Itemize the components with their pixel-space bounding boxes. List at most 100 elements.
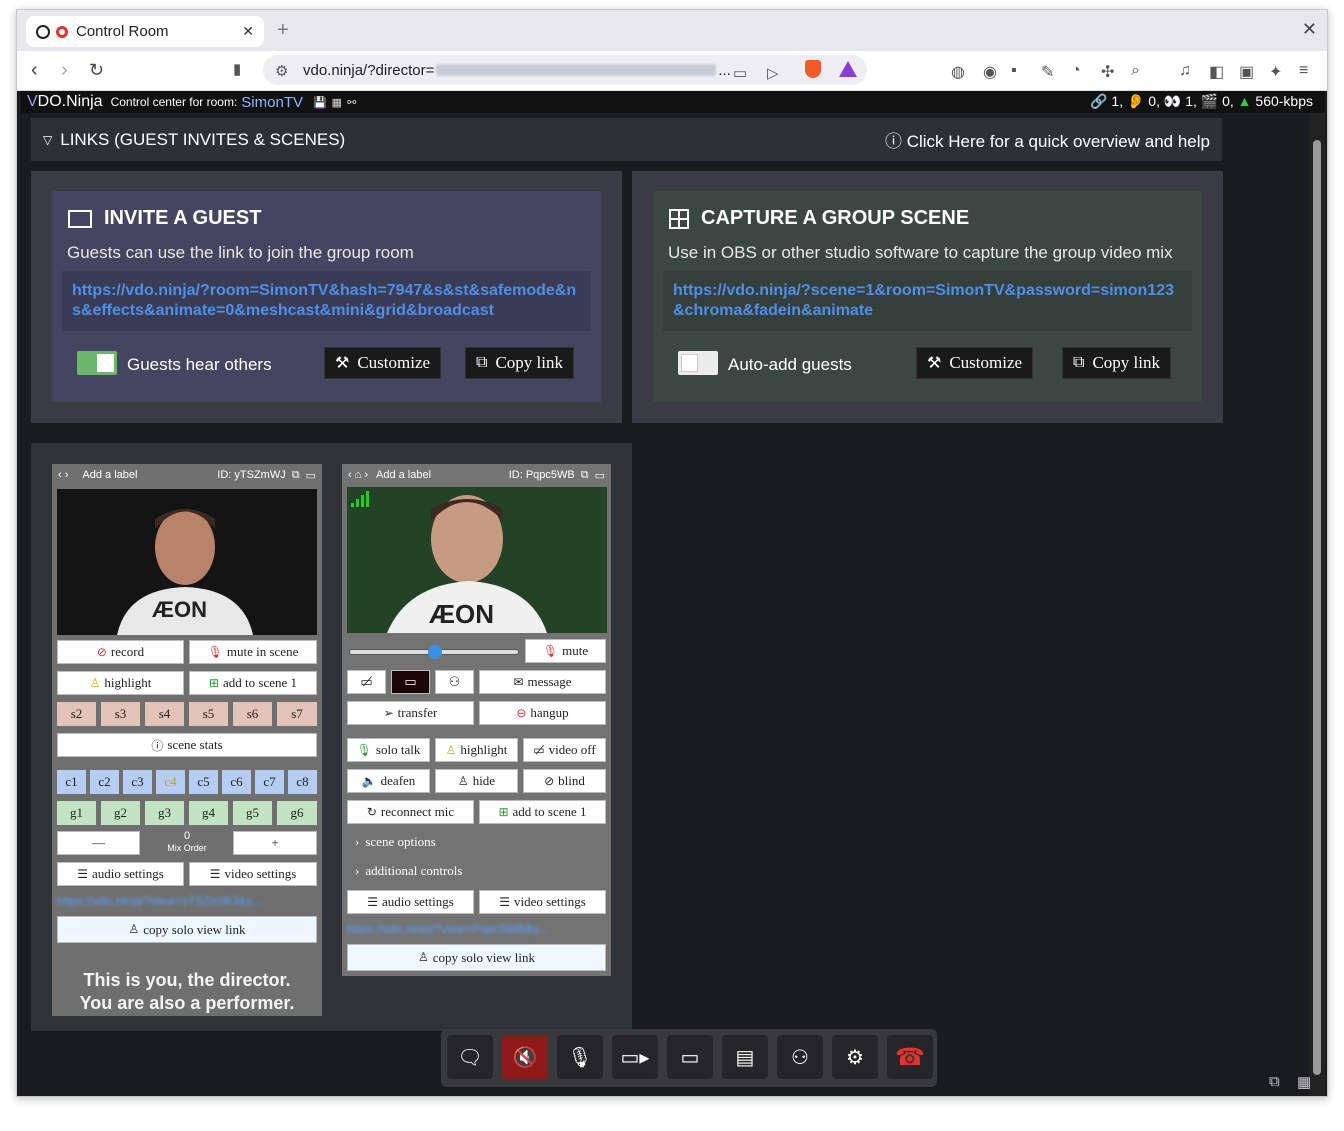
copy-id-icon[interactable]: ⧉ <box>581 469 589 482</box>
extension-globe-icon[interactable]: ◍ <box>951 62 965 82</box>
share-icon[interactable]: ▷ <box>767 64 779 82</box>
mix-order-increase-button[interactable]: + <box>233 831 317 855</box>
invite-copy-link-button[interactable]: ⧉ Copy link <box>465 347 574 379</box>
add-to-scene-button[interactable]: ⊞ add to scene 1 <box>189 671 317 695</box>
volume-slider[interactable] <box>349 645 519 659</box>
site-settings-icon[interactable]: ⚙ <box>275 62 288 80</box>
scene-s6-button[interactable]: s6 <box>233 702 272 726</box>
deafen-button[interactable]: 🔈 deafen <box>347 769 430 793</box>
camera-button[interactable]: ▭▸ <box>612 1035 658 1079</box>
mix-order-decrease-button[interactable]: — <box>57 831 140 855</box>
group-g1-button[interactable]: g1 <box>57 801 96 825</box>
invite-link[interactable]: https://vdo.ninja/?room=SimonTV&hash=794… <box>62 271 591 331</box>
speaker-mute-button[interactable]: 🔇 <box>502 1035 548 1079</box>
hangup-call-button[interactable]: ☎ <box>887 1035 933 1079</box>
group-g5-button[interactable]: g5 <box>233 801 272 825</box>
menu-icon[interactable]: ≡ <box>1299 62 1308 80</box>
lock-icon[interactable]: ⌂ <box>355 469 362 481</box>
page-scrollbar[interactable] <box>1309 113 1325 1096</box>
channel-c1-button[interactable]: c1 <box>57 770 86 794</box>
settings-button[interactable]: ⚙ <box>832 1035 878 1079</box>
back-button[interactable]: ‹ <box>31 59 38 81</box>
video-toggle-active[interactable]: ▭ <box>391 670 430 694</box>
additional-controls-toggle[interactable]: › additional controls <box>355 863 462 879</box>
video-off-button[interactable]: ▭̸ video off <box>523 738 606 762</box>
volume-slider-handle[interactable] <box>428 645 442 659</box>
microphone-button[interactable]: 🎙 <box>557 1035 603 1079</box>
calendar-icon[interactable]: ▦ <box>1297 1073 1311 1091</box>
copy-solo-view-link-button[interactable]: ♙ copy solo view link <box>347 944 606 971</box>
camera-off-toggle[interactable]: ▭̸ <box>347 670 386 694</box>
scene-s4-button[interactable]: s4 <box>145 702 184 726</box>
transfer-button[interactable]: ➢ transfer <box>347 701 474 725</box>
screenshare-button[interactable]: ▭ <box>667 1035 713 1079</box>
channel-c5-button[interactable]: c5 <box>189 770 218 794</box>
copy-solo-view-link-button[interactable]: ♙ copy solo view link <box>57 916 317 943</box>
minimize-icon[interactable]: ▭ <box>595 469 605 482</box>
reorder-arrows-icon[interactable]: › <box>364 469 368 481</box>
group-g4-button[interactable]: g4 <box>189 801 228 825</box>
group-g6-button[interactable]: g6 <box>277 801 317 825</box>
links-section-toggle[interactable]: ▽ LINKS (GUEST INVITES & SCENES) ⓘ Click… <box>31 118 1222 161</box>
auto-add-guests-toggle[interactable] <box>678 351 718 375</box>
new-tab-button[interactable]: + <box>277 19 289 42</box>
channel-c8-button[interactable]: c8 <box>288 770 317 794</box>
guests-hear-others-toggle[interactable] <box>77 351 117 375</box>
reload-button[interactable]: ↻ <box>89 59 104 81</box>
mute-button[interactable]: 🎙 mute <box>525 639 606 663</box>
capture-customize-button[interactable]: ⚒ Customize <box>916 347 1034 379</box>
capture-link[interactable]: https://vdo.ninja/?scene=1&room=SimonTV&… <box>663 271 1192 331</box>
chat-button[interactable]: 🗨 <box>447 1035 493 1079</box>
media-icon[interactable]: ♫ <box>1179 62 1191 80</box>
highlight-button[interactable]: ♙ highlight <box>435 738 518 762</box>
blind-button[interactable]: ⊘ blind <box>523 769 606 793</box>
mute-in-scene-button[interactable]: 🎙 mute in scene <box>189 640 317 664</box>
reconnect-mic-button[interactable]: ↻ reconnect mic <box>347 800 474 824</box>
header-icons[interactable]: 💾▦⚯ <box>313 96 361 109</box>
bookmark-icon[interactable]: ▮ <box>233 60 241 78</box>
help-link[interactable]: ⓘ Click Here for a quick overview and he… <box>885 127 1210 152</box>
window-close-button[interactable]: ✕ <box>1302 19 1317 40</box>
channel-c6-button[interactable]: c6 <box>222 770 251 794</box>
window-share-button[interactable]: ▤ <box>722 1035 768 1079</box>
refresh-extension-icon[interactable]: ◔ <box>1071 62 1081 80</box>
add-to-scene-button[interactable]: ⊞ add to scene 1 <box>479 800 606 824</box>
record-button[interactable]: ⊘ record <box>57 640 184 664</box>
forward-button[interactable]: › <box>61 59 68 81</box>
extension-chat-icon[interactable]: ▪ <box>1011 62 1017 80</box>
sidebar-icon[interactable]: ◧ <box>1209 62 1224 82</box>
solo-view-link[interactable]: https://vdo.ninja/?view=yTSZmWJ&s... <box>57 894 315 906</box>
label-field[interactable]: Add a label <box>82 469 137 481</box>
label-field[interactable]: Add a label <box>376 469 431 481</box>
extension-badge-icon[interactable]: ◉ <box>983 62 997 82</box>
brave-shields-icon[interactable] <box>805 60 821 78</box>
reorder-arrows-icon[interactable]: ‹ › <box>58 469 68 481</box>
channel-c3-button[interactable]: c3 <box>123 770 152 794</box>
brave-rewards-icon[interactable] <box>839 61 857 77</box>
tab-control-room[interactable]: Control Room ✕ <box>26 16 264 47</box>
group-g3-button[interactable]: g3 <box>145 801 184 825</box>
hide-button[interactable]: ♙ hide <box>435 769 518 793</box>
address-bar[interactable]: ⚙ vdo.ninja/?director= ... ▭ ▷ <box>263 55 867 85</box>
scrollbar-thumb[interactable] <box>1313 140 1321 1075</box>
solo-talk-button[interactable]: 🎙 solo talk <box>347 738 430 762</box>
scene-stats-button[interactable]: ⓘ scene stats <box>57 733 317 757</box>
channel-c7-button[interactable]: c7 <box>255 770 284 794</box>
scene-options-toggle[interactable]: › scene options <box>355 834 436 850</box>
search-page-icon[interactable]: ⌕ <box>1131 62 1140 80</box>
solo-view-link[interactable]: https://vdo.ninja/?view=Pqpc5WB&s... <box>347 922 605 934</box>
highlighter-icon[interactable]: ✎ <box>1041 62 1054 82</box>
install-app-icon[interactable]: ▭ <box>733 64 747 82</box>
group-g2-button[interactable]: g2 <box>101 801 140 825</box>
video-settings-button[interactable]: ☰ video settings <box>479 890 606 914</box>
copy-id-icon[interactable]: ⧉ <box>292 469 300 482</box>
minimize-icon[interactable]: ▭ <box>306 469 316 482</box>
channel-c2-button[interactable]: c2 <box>90 770 119 794</box>
extensions-puzzle-icon[interactable]: ✣ <box>1101 62 1114 82</box>
room-settings-button[interactable]: ⚇ <box>777 1035 823 1079</box>
audio-settings-button[interactable]: ☰ audio settings <box>57 862 184 886</box>
scene-s5-button[interactable]: s5 <box>189 702 228 726</box>
highlight-button[interactable]: ♙ highlight <box>57 671 184 695</box>
reorder-arrows-icon[interactable]: ‹ <box>348 469 352 481</box>
spy-view-toggle[interactable]: ⚇ <box>435 670 474 694</box>
